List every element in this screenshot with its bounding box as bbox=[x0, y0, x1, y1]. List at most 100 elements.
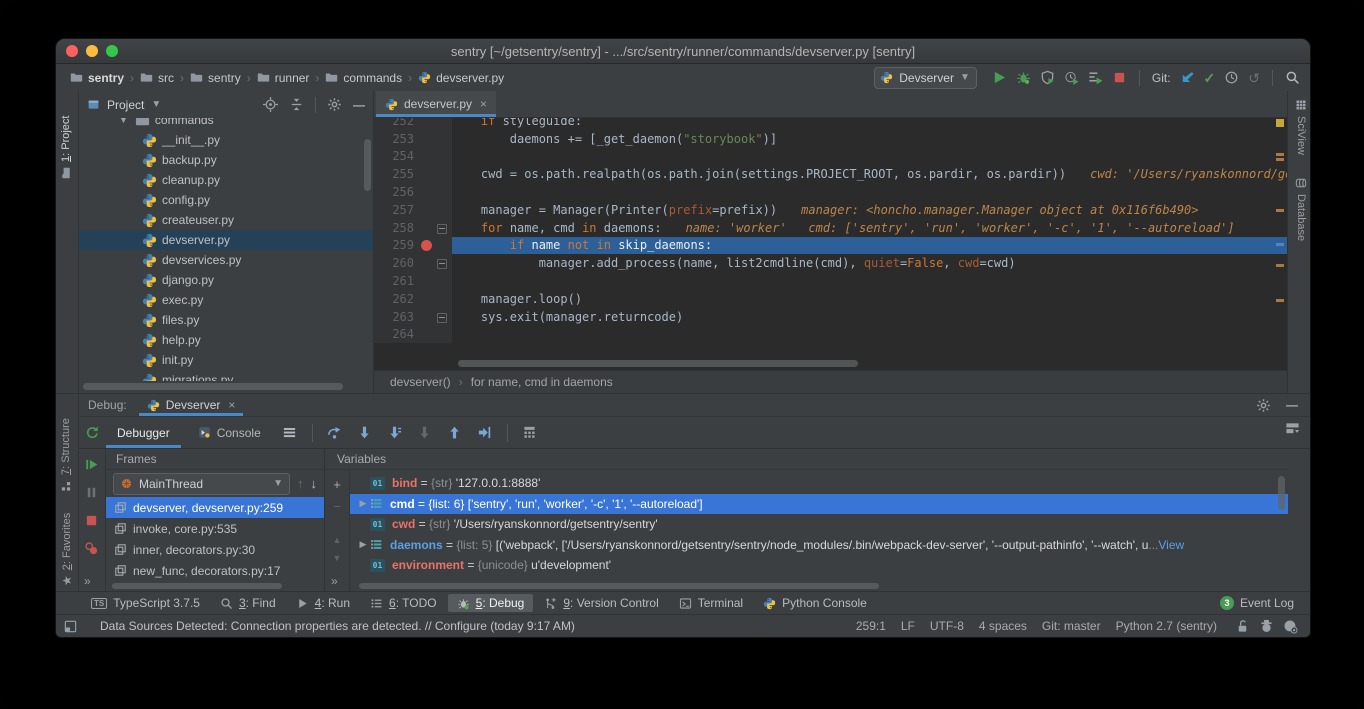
editor-breadcrumb-item[interactable]: devserver() bbox=[390, 375, 451, 389]
toolwindow-button-TypeScript 3.7.5[interactable]: TSTypeScript 3.7.5 bbox=[82, 594, 209, 612]
remove-watch-button[interactable]: − bbox=[333, 500, 341, 513]
history-button[interactable] bbox=[1224, 70, 1239, 85]
tree-horizontal-scrollbar[interactable] bbox=[83, 383, 343, 390]
debug-button[interactable] bbox=[1016, 70, 1031, 85]
toolwindow-button-Terminal[interactable]: Terminal bbox=[670, 594, 752, 612]
gutter[interactable]: 257 bbox=[374, 201, 452, 219]
gutter[interactable]: 256 bbox=[374, 183, 452, 201]
step-over-button[interactable] bbox=[327, 425, 342, 440]
status-message[interactable]: Data Sources Detected: Connection proper… bbox=[100, 619, 848, 633]
gutter[interactable]: 262 bbox=[374, 290, 452, 308]
hide-panel-button[interactable]: — bbox=[353, 98, 365, 112]
code-line-263[interactable]: 263 sys.exit(manager.returncode) bbox=[374, 308, 1287, 326]
code-line-252[interactable]: 252 if styleguide: bbox=[374, 118, 1287, 130]
gutter[interactable]: 264 bbox=[374, 326, 452, 344]
hide-panel-button[interactable]: — bbox=[1286, 398, 1298, 412]
notifications-icon[interactable] bbox=[1283, 619, 1298, 634]
gutter[interactable]: 259 bbox=[374, 237, 452, 255]
code-line-260[interactable]: 260 manager.add_process(name, list2cmdli… bbox=[374, 254, 1287, 272]
tree-file-exec.py[interactable]: exec.py bbox=[79, 290, 373, 310]
run-button[interactable] bbox=[992, 70, 1007, 85]
update-project-button[interactable] bbox=[1180, 70, 1195, 85]
step-into-button[interactable] bbox=[357, 425, 372, 440]
toolwindow-button-Python Console[interactable]: Python Console bbox=[754, 594, 876, 612]
toolwindow-favorites-button[interactable]: ★ 2: Favorites bbox=[60, 513, 74, 586]
next-frame-button[interactable]: ↓ bbox=[311, 476, 318, 491]
tree-file-cleanup.py[interactable]: cleanup.py bbox=[79, 170, 373, 190]
code-area[interactable]: 252 if styleguide:253 daemons += [_get_d… bbox=[374, 118, 1287, 358]
code-line-255[interactable]: 255 cwd = os.path.realpath(os.path.join(… bbox=[374, 165, 1287, 183]
search-everywhere-button[interactable] bbox=[1285, 70, 1300, 85]
python-interpreter[interactable]: Python 2.7 (sentry) bbox=[1116, 619, 1217, 633]
more-actions-button[interactable]: » bbox=[84, 574, 91, 588]
stack-frame[interactable]: invoke, core.py:535 bbox=[106, 518, 324, 539]
encoding[interactable]: UTF-8 bbox=[930, 619, 964, 633]
concurrency-diagram-button[interactable] bbox=[1088, 70, 1103, 85]
code-line-257[interactable]: 257 manager = Manager(Printer(prefix=pre… bbox=[374, 201, 1287, 219]
add-watch-button[interactable]: + bbox=[333, 478, 341, 491]
gutter[interactable]: 252 bbox=[374, 118, 452, 130]
variable-row-cwd[interactable]: 01cwd = {str} '/Users/ryanskonnord/getse… bbox=[350, 514, 1288, 535]
variables-vertical-scrollbar[interactable] bbox=[1278, 476, 1285, 510]
fold-marker-icon[interactable] bbox=[437, 259, 447, 269]
move-down-button[interactable]: ▼ bbox=[333, 554, 342, 563]
layout-options-icon[interactable] bbox=[282, 425, 297, 440]
gutter[interactable]: 254 bbox=[374, 148, 452, 166]
tree-file-files.py[interactable]: files.py bbox=[79, 310, 373, 330]
gutter[interactable]: 253 bbox=[374, 130, 452, 148]
toolwindow-button-6: TODO[interactable]: 6: TODO bbox=[361, 594, 446, 612]
tree-file-init.py[interactable]: init.py bbox=[79, 350, 373, 370]
run-config-selector[interactable]: Devserver ▼ bbox=[874, 67, 977, 89]
code-line-262[interactable]: 262 manager.loop() bbox=[374, 290, 1287, 308]
stop-button[interactable] bbox=[84, 513, 99, 528]
event-log-button[interactable]: 3Event Log bbox=[1220, 596, 1294, 610]
breadcrumb-item[interactable]: sentry bbox=[68, 71, 126, 85]
variable-row-daemons[interactable]: ▶daemons = {list: 5} [('webpack', ['/Use… bbox=[350, 535, 1288, 556]
zoom-window-button[interactable] bbox=[106, 45, 118, 57]
gear-icon[interactable] bbox=[1256, 398, 1271, 413]
view-link[interactable]: View bbox=[1158, 538, 1184, 552]
indent-style[interactable]: 4 spaces bbox=[979, 619, 1027, 633]
gutter[interactable]: 258 bbox=[374, 219, 452, 237]
code-line-253[interactable]: 253 daemons += [_get_daemon("storybook")… bbox=[374, 130, 1287, 148]
variables-horizontal-scrollbar[interactable] bbox=[359, 583, 879, 589]
line-separator[interactable]: LF bbox=[901, 619, 915, 633]
caret-position[interactable]: 259:1 bbox=[856, 619, 886, 633]
thread-selector[interactable]: MainThread ▼ bbox=[113, 473, 290, 495]
close-icon[interactable]: × bbox=[480, 97, 487, 111]
move-up-button[interactable]: ▲ bbox=[333, 536, 342, 545]
tab-console[interactable]: Console bbox=[187, 417, 272, 448]
expander-icon[interactable]: ▶ bbox=[356, 539, 370, 550]
run-to-cursor-button[interactable] bbox=[477, 425, 492, 440]
tree-file-__init__.py[interactable]: __init__.py bbox=[79, 130, 373, 150]
fold-marker-icon[interactable] bbox=[437, 313, 447, 323]
fold-marker-icon[interactable] bbox=[437, 224, 447, 234]
force-step-into-button[interactable] bbox=[417, 425, 432, 440]
toolwindow-project-button[interactable]: 1: Project bbox=[60, 116, 72, 179]
editor-breadcrumb-item[interactable]: for name, cmd in daemons bbox=[471, 375, 613, 389]
editor-tab-devserver[interactable]: devserver.py × bbox=[376, 91, 496, 117]
code-line-264[interactable]: 264 bbox=[374, 326, 1287, 344]
stop-button[interactable] bbox=[1112, 70, 1127, 85]
code-line-258[interactable]: 258 for name, cmd in daemons:name: 'work… bbox=[374, 219, 1287, 237]
variable-row-bind[interactable]: 01bind = {str} '127.0.0.1:8888' bbox=[350, 473, 1288, 494]
editor-error-stripe[interactable] bbox=[1274, 119, 1286, 357]
tree-file-backup.py[interactable]: backup.py bbox=[79, 150, 373, 170]
tree-file-devservices.py[interactable]: devservices.py bbox=[79, 250, 373, 270]
tree-file-migrations.py[interactable]: migrations.py bbox=[79, 370, 373, 381]
rollback-button[interactable]: ↺ bbox=[1248, 71, 1260, 85]
view-breakpoints-button[interactable] bbox=[84, 541, 99, 556]
locate-file-button[interactable] bbox=[263, 97, 278, 112]
toolwindow-structure-button[interactable]: 7: Structure bbox=[60, 418, 72, 492]
tab-debugger[interactable]: Debugger bbox=[106, 417, 181, 448]
step-out-button[interactable] bbox=[447, 425, 462, 440]
lock-icon[interactable] bbox=[1235, 619, 1250, 634]
step-into-my-code-button[interactable] bbox=[387, 425, 402, 440]
breadcrumb-item[interactable]: runner bbox=[255, 71, 312, 85]
code-line-256[interactable]: 256 bbox=[374, 183, 1287, 201]
gutter[interactable]: 263 bbox=[374, 308, 452, 326]
tree-file-django.py[interactable]: django.py bbox=[79, 270, 373, 290]
gear-icon[interactable] bbox=[327, 97, 342, 112]
rerun-button[interactable] bbox=[85, 425, 100, 440]
tree-file-createuser.py[interactable]: createuser.py bbox=[79, 210, 373, 230]
